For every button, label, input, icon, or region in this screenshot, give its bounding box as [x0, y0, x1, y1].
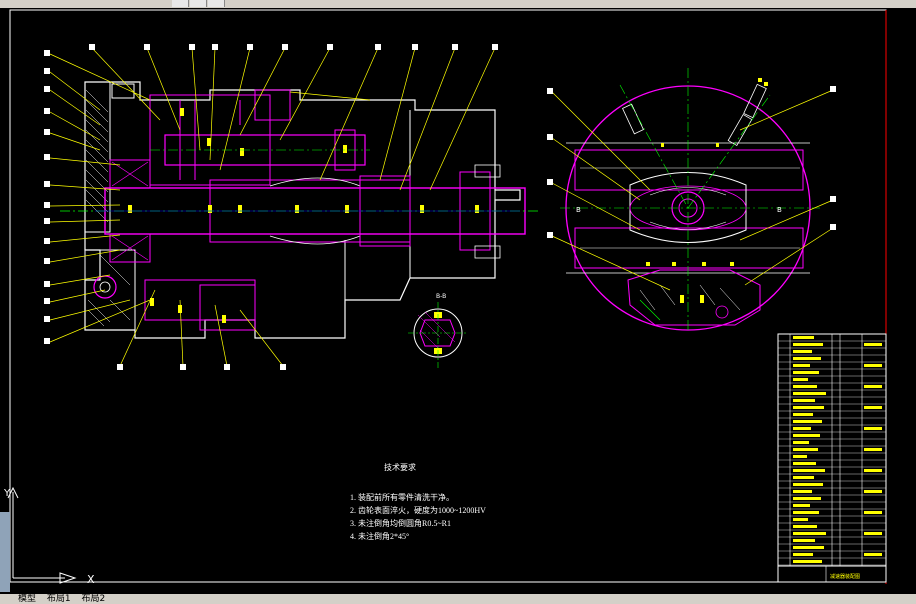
datum-mark: B	[777, 206, 782, 214]
datum-mark: B	[576, 206, 581, 214]
notes-title: 技术要求	[384, 462, 416, 472]
note-line: 4. 未注倒角2*45°	[350, 531, 409, 541]
side-dock-panel[interactable]	[0, 512, 10, 592]
section-label: B-B	[436, 293, 446, 300]
callout-markers-right	[547, 86, 836, 238]
section-b-b: B-B	[408, 293, 468, 368]
layout-tabs-bar: 模型 布局1 布局2	[0, 594, 916, 604]
title-block-name: 减速器装配图	[830, 573, 860, 580]
tab-layout2[interactable]: 布局2	[82, 594, 106, 604]
note-line: 2. 齿轮表面淬火，硬度为1000~1200HV	[350, 505, 486, 515]
technical-notes: 技术要求 1. 装配前所有零件清洗干净。 2. 齿轮表面淬火，硬度为1000~1…	[350, 462, 486, 541]
ucs-y-label: Y	[3, 488, 11, 499]
tab-model[interactable]: 模型	[18, 594, 36, 604]
part-callouts-left	[49, 47, 496, 367]
ucs-x-label: X	[87, 573, 95, 586]
toolbar-button[interactable]	[190, 0, 207, 7]
end-view: B B	[560, 68, 820, 331]
note-line: 3. 未注倒角均倒圆角R0.5~R1	[350, 518, 451, 528]
window-top-strip	[0, 0, 916, 8]
toolbar-button[interactable]	[172, 0, 189, 7]
section-view	[60, 81, 540, 339]
ucs-icon: Y X	[3, 486, 95, 586]
cad-drawing-canvas[interactable]: B-B B B 技术要求 1. 装配前所有零件清洗干净。 2. 齿轮表面淬火，硬…	[0, 8, 916, 594]
parts-list-table: 减速器装配图	[777, 333, 887, 583]
note-line: 1. 装配前所有零件清洗干净。	[350, 492, 454, 502]
toolbar-button[interactable]	[208, 0, 225, 7]
tab-layout1[interactable]: 布局1	[47, 594, 71, 604]
